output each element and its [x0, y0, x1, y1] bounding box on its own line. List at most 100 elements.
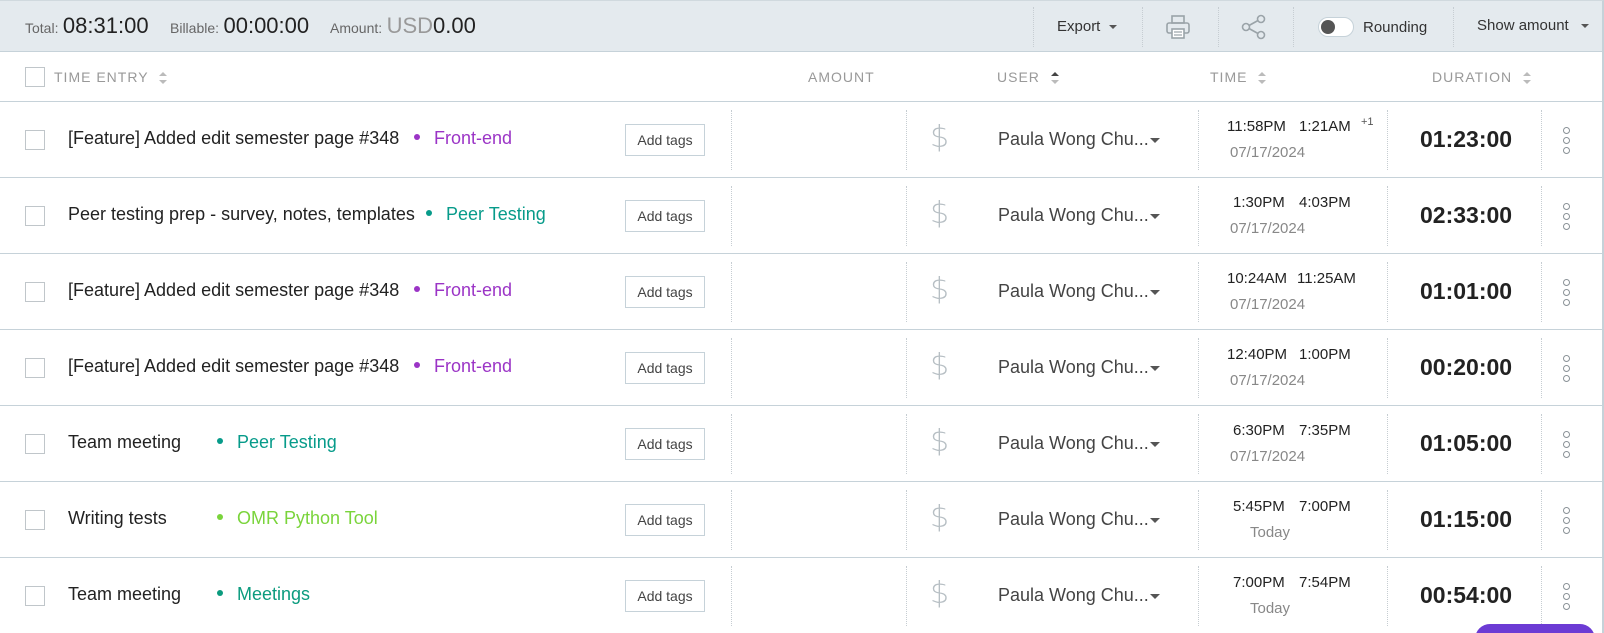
column-duration[interactable]: DURATION: [1432, 69, 1531, 85]
share-button[interactable]: [1240, 13, 1268, 46]
table-row[interactable]: [Feature] Added edit semester page #348 F…: [0, 254, 1604, 330]
entry-date[interactable]: 07/17/2024: [1230, 144, 1305, 161]
table-row[interactable]: Team meeting Meetings Add tags $ Paula Wong …: [0, 558, 1604, 633]
column-time[interactable]: TIME: [1210, 69, 1267, 85]
billable-dollar-icon[interactable]: $: [930, 120, 949, 155]
entry-date[interactable]: Today: [1250, 600, 1290, 617]
user-select[interactable]: Paula Wong Chu...: [998, 509, 1149, 530]
user-select[interactable]: Paula Wong Chu...: [998, 357, 1149, 378]
project-label[interactable]: OMR Python Tool: [217, 508, 378, 529]
project-label[interactable]: Front-end: [414, 280, 512, 301]
user-select[interactable]: Paula Wong Chu...: [998, 281, 1149, 302]
end-time[interactable]: 7:54PM: [1299, 574, 1351, 591]
row-checkbox[interactable]: [25, 130, 45, 150]
end-time[interactable]: 1:21AM: [1299, 118, 1351, 135]
entry-description[interactable]: [Feature] Added edit semester page #348: [68, 128, 399, 149]
entry-duration[interactable]: 00:20:00: [1420, 354, 1512, 381]
start-time[interactable]: 6:30PM: [1233, 422, 1285, 439]
row-checkbox[interactable]: [25, 206, 45, 226]
start-time[interactable]: 5:45PM: [1233, 498, 1285, 515]
column-time-entry[interactable]: TIME ENTRY: [54, 69, 168, 85]
row-checkbox[interactable]: [25, 510, 45, 530]
add-tags-button[interactable]: Add tags: [625, 124, 705, 156]
user-select[interactable]: Paula Wong Chu...: [998, 433, 1149, 454]
entry-date[interactable]: 07/17/2024: [1230, 372, 1305, 389]
entry-date[interactable]: 07/17/2024: [1230, 448, 1305, 465]
caret-down-icon[interactable]: [1150, 442, 1160, 447]
entry-description[interactable]: Team meeting: [68, 432, 181, 453]
show-amount-dropdown[interactable]: Show amount: [1477, 17, 1589, 34]
end-time[interactable]: 7:00PM: [1299, 498, 1351, 515]
row-checkbox[interactable]: [25, 586, 45, 606]
caret-down-icon[interactable]: [1150, 214, 1160, 219]
table-row[interactable]: Team meeting Peer Testing Add tags $ Paula W…: [0, 406, 1604, 482]
add-tags-button[interactable]: Add tags: [625, 276, 705, 308]
entry-date[interactable]: 07/17/2024: [1230, 220, 1305, 237]
billable-dollar-icon[interactable]: $: [930, 348, 949, 383]
entry-description[interactable]: [Feature] Added edit semester page #348: [68, 356, 399, 377]
more-options-icon[interactable]: [1563, 127, 1571, 157]
more-options-icon[interactable]: [1563, 431, 1571, 461]
more-options-icon[interactable]: [1563, 355, 1571, 385]
print-button[interactable]: [1164, 13, 1192, 46]
entry-duration[interactable]: 00:54:00: [1420, 582, 1512, 609]
entry-description[interactable]: Team meeting: [68, 584, 181, 605]
caret-down-icon[interactable]: [1150, 366, 1160, 371]
billable-dollar-icon[interactable]: $: [930, 576, 949, 611]
billable-dollar-icon[interactable]: $: [930, 196, 949, 231]
entry-duration[interactable]: 01:15:00: [1420, 506, 1512, 533]
project-label[interactable]: Front-end: [414, 356, 512, 377]
billable-dollar-icon[interactable]: $: [930, 424, 949, 459]
row-checkbox[interactable]: [25, 358, 45, 378]
end-time[interactable]: 7:35PM: [1299, 422, 1351, 439]
add-tags-button[interactable]: Add tags: [625, 200, 705, 232]
end-time[interactable]: 1:00PM: [1299, 346, 1351, 363]
end-time[interactable]: 11:25AM: [1297, 270, 1356, 287]
table-row[interactable]: Writing tests OMR Python Tool Add tags $ Pau…: [0, 482, 1604, 558]
select-all-checkbox[interactable]: [25, 67, 45, 87]
add-tags-button[interactable]: Add tags: [625, 580, 705, 612]
add-tags-button[interactable]: Add tags: [625, 504, 705, 536]
project-label[interactable]: Peer Testing: [217, 432, 337, 453]
entry-date[interactable]: 07/17/2024: [1230, 296, 1305, 313]
project-label[interactable]: Meetings: [217, 584, 310, 605]
entry-date[interactable]: Today: [1250, 524, 1290, 541]
start-time[interactable]: 1:30PM: [1233, 194, 1285, 211]
entry-duration[interactable]: 02:33:00: [1420, 202, 1512, 229]
row-checkbox[interactable]: [25, 434, 45, 454]
table-row[interactable]: [Feature] Added edit semester page #348 F…: [0, 330, 1604, 406]
entry-description[interactable]: Writing tests: [68, 508, 167, 529]
entry-description[interactable]: Peer testing prep - survey, notes, templ…: [68, 204, 415, 225]
end-time[interactable]: 4:03PM: [1299, 194, 1351, 211]
more-options-icon[interactable]: [1563, 583, 1571, 613]
help-button[interactable]: [1475, 624, 1595, 633]
column-user[interactable]: USER: [997, 69, 1059, 85]
project-label[interactable]: Front-end: [414, 128, 512, 149]
start-time[interactable]: 7:00PM: [1233, 574, 1285, 591]
caret-down-icon[interactable]: [1150, 518, 1160, 523]
entry-description[interactable]: [Feature] Added edit semester page #348: [68, 280, 399, 301]
project-label[interactable]: Peer Testing: [426, 204, 546, 225]
rounding-toggle[interactable]: [1318, 17, 1354, 37]
more-options-icon[interactable]: [1563, 507, 1571, 537]
start-time[interactable]: 11:58PM: [1227, 118, 1286, 135]
add-tags-button[interactable]: Add tags: [625, 352, 705, 384]
more-options-icon[interactable]: [1563, 279, 1571, 309]
entry-duration[interactable]: 01:01:00: [1420, 278, 1512, 305]
entry-duration[interactable]: 01:23:00: [1420, 126, 1512, 153]
row-checkbox[interactable]: [25, 282, 45, 302]
caret-down-icon[interactable]: [1150, 594, 1160, 599]
start-time[interactable]: 12:40PM: [1227, 346, 1287, 363]
more-options-icon[interactable]: [1563, 203, 1571, 233]
billable-dollar-icon[interactable]: $: [930, 500, 949, 535]
start-time[interactable]: 10:24AM: [1227, 270, 1287, 287]
export-dropdown[interactable]: Export: [1057, 18, 1117, 35]
user-select[interactable]: Paula Wong Chu...: [998, 205, 1149, 226]
billable-dollar-icon[interactable]: $: [930, 272, 949, 307]
table-row[interactable]: [Feature] Added edit semester page #348 F…: [0, 102, 1604, 178]
caret-down-icon[interactable]: [1150, 138, 1160, 143]
table-row[interactable]: Peer testing prep - survey, notes, templ…: [0, 178, 1604, 254]
add-tags-button[interactable]: Add tags: [625, 428, 705, 460]
caret-down-icon[interactable]: [1150, 290, 1160, 295]
user-select[interactable]: Paula Wong Chu...: [998, 585, 1149, 606]
